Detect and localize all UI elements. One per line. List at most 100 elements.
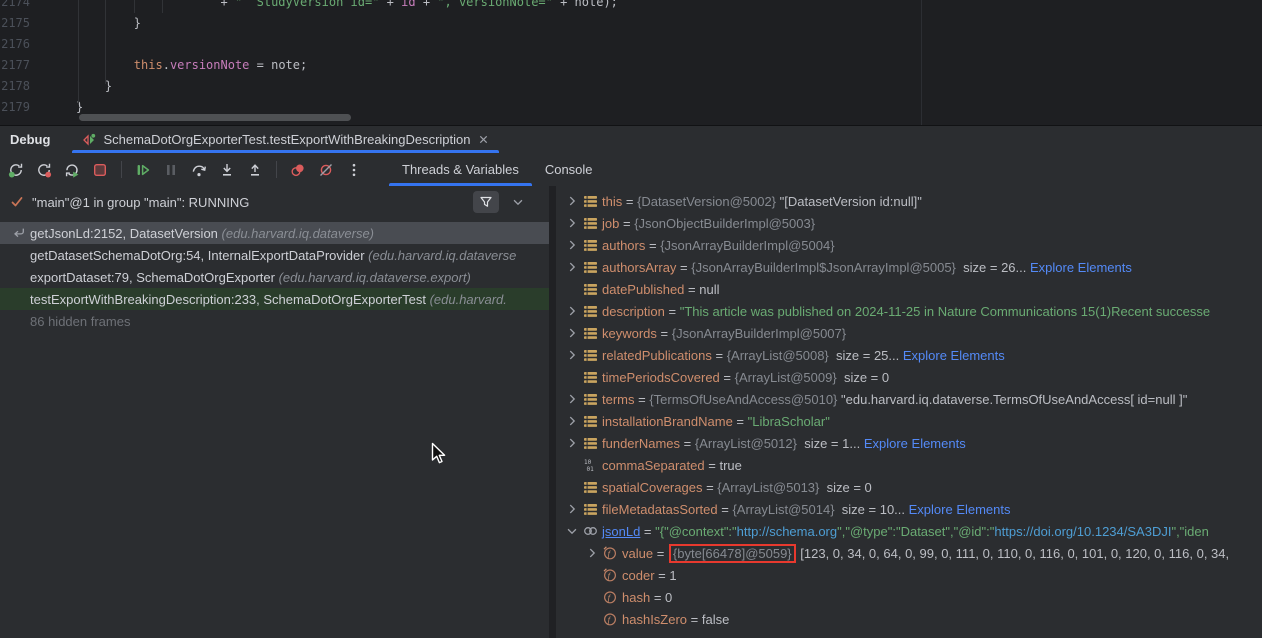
variable-row[interactable]: keywords = {JsonArrayBuilderImpl@5007} xyxy=(556,322,1262,344)
variable-row[interactable]: authors = {JsonArrayBuilderImpl@5004} xyxy=(556,234,1262,256)
value-segment: true xyxy=(719,458,741,473)
variable-row[interactable]: job = {JsonObjectBuilderImpl@5003} xyxy=(556,212,1262,234)
explore-elements-link[interactable]: Explore Elements xyxy=(864,436,966,451)
panel-splitter[interactable] xyxy=(549,186,556,638)
rows-icon xyxy=(582,327,598,340)
explore-elements-link[interactable]: Explore Elements xyxy=(909,502,1011,517)
equals-sign: = xyxy=(635,392,650,407)
explore-elements-link[interactable]: Explore Elements xyxy=(1030,260,1132,275)
rerun-icon[interactable] xyxy=(7,161,25,179)
chevron-right-icon[interactable] xyxy=(564,501,580,517)
chevron-right-icon[interactable] xyxy=(564,435,580,451)
variable-name: authors xyxy=(602,238,645,253)
line-number: 2178 xyxy=(0,76,30,97)
debug-tab-title: SchemaDotOrgExporterTest.testExportWithB… xyxy=(103,132,470,147)
rerun-failed-icon[interactable] xyxy=(35,161,53,179)
tab-threads-variables[interactable]: Threads & Variables xyxy=(389,153,532,186)
chevron-right-icon[interactable] xyxy=(564,303,580,319)
frame-row[interactable]: getDatasetSchemaDotOrg:54, InternalExpor… xyxy=(0,244,549,266)
stop-icon[interactable] xyxy=(91,161,109,179)
tab-label: Threads & Variables xyxy=(402,162,519,177)
restart-icon[interactable] xyxy=(63,161,81,179)
variable-name: relatedPublications xyxy=(602,348,712,363)
step-over-icon[interactable] xyxy=(190,161,208,179)
variable-row[interactable]: 1001commaSeparated = true xyxy=(556,454,1262,476)
frame-row[interactable]: 86 hidden frames xyxy=(0,310,549,332)
thread-status-text: "main"@1 in group "main": RUNNING xyxy=(32,195,249,210)
variable-name: datePublished xyxy=(602,282,684,297)
filter-frames-button[interactable] xyxy=(473,191,499,213)
value-segment: size = 25... xyxy=(836,348,903,363)
variable-row[interactable]: spatialCoverages = {ArrayList@5013} size… xyxy=(556,476,1262,498)
chevron-right-icon[interactable] xyxy=(564,237,580,253)
variable-row[interactable]: this = {DatasetVersion@5002} "[DatasetVe… xyxy=(556,190,1262,212)
value-segment: null xyxy=(699,282,719,297)
variable-row[interactable]: datePublished = null xyxy=(556,278,1262,300)
frame-row[interactable]: getJsonLd:2152, DatasetVersion (edu.harv… xyxy=(0,222,549,244)
pause-icon[interactable] xyxy=(162,161,180,179)
debug-session-tab[interactable]: SchemaDotOrgExporterTest.testExportWithB… xyxy=(72,126,498,153)
more-icon[interactable] xyxy=(345,161,363,179)
variable-row[interactable]: jsonLd = "{"@context":"http://schema.org… xyxy=(556,520,1262,542)
chevron-slot xyxy=(564,479,580,495)
code-token: + xyxy=(76,0,235,9)
variable-row[interactable]: description = "This article was publishe… xyxy=(556,300,1262,322)
variable-row[interactable]: relatedPublications = {ArrayList@5008} s… xyxy=(556,344,1262,366)
chevron-right-icon[interactable] xyxy=(564,259,580,275)
thread-header[interactable]: "main"@1 in group "main": RUNNING xyxy=(0,186,549,218)
tab-console[interactable]: Console xyxy=(532,153,606,186)
variable-row[interactable]: fhash = 0 xyxy=(556,586,1262,608)
value-segment: size = 0 xyxy=(844,370,889,385)
variable-row[interactable]: installationBrandName = "LibraScholar" xyxy=(556,410,1262,432)
chevron-right-icon[interactable] xyxy=(564,193,580,209)
svg-text:01: 01 xyxy=(587,466,595,472)
equals-sign: = xyxy=(650,590,665,605)
variable-name: description xyxy=(602,304,665,319)
value-segment: ","iden xyxy=(1171,524,1208,539)
code-editor[interactable]: 2174 + " StudyVersion id=" + id + ", ver… xyxy=(0,0,1262,126)
code-text: this.versionNote = note; xyxy=(30,55,307,76)
frame-row[interactable]: exportDataset:79, SchemaDotOrgExporter (… xyxy=(0,266,549,288)
variable-row[interactable]: fileMetadatasSorted = {ArrayList@5014} s… xyxy=(556,498,1262,520)
mute-breakpoints-icon[interactable] xyxy=(317,161,335,179)
variable-row[interactable]: fvalue = {byte[66478]@5059} [123, 0, 34,… xyxy=(556,542,1262,564)
variable-row[interactable]: fcoder = 1 xyxy=(556,564,1262,586)
variable-row[interactable]: fhashIsZero = false xyxy=(556,608,1262,630)
frame-row[interactable]: testExportWithBreakingDescription:233, S… xyxy=(0,288,549,310)
rows-icon xyxy=(582,305,598,318)
equals-sign: = xyxy=(622,194,637,209)
close-icon[interactable] xyxy=(478,134,489,145)
frame-package-text: (edu.harvard. xyxy=(430,292,507,307)
value-segment: false xyxy=(702,612,729,627)
value-segment: {ArrayList@5012} xyxy=(695,436,804,451)
value-segment: {JsonArrayBuilderImpl@5007} xyxy=(672,326,846,341)
chevron-down-icon[interactable] xyxy=(564,523,580,539)
chevron-right-icon[interactable] xyxy=(564,413,580,429)
equals-sign: = xyxy=(687,612,702,627)
value-segment: 1 xyxy=(669,568,676,583)
view-breakpoints-icon[interactable] xyxy=(289,161,307,179)
rows-icon xyxy=(582,239,598,252)
chevron-right-icon[interactable] xyxy=(584,545,600,561)
variable-row[interactable]: authorsArray = {JsonArrayBuilderImpl$Jso… xyxy=(556,256,1262,278)
step-into-icon[interactable] xyxy=(218,161,236,179)
watch-icon xyxy=(582,524,598,538)
variable-row[interactable]: terms = {TermsOfUseAndAccess@5010} "edu.… xyxy=(556,388,1262,410)
chevron-right-icon[interactable] xyxy=(564,347,580,363)
rows-icon xyxy=(582,283,598,296)
resume-icon[interactable] xyxy=(134,161,152,179)
chevron-right-icon[interactable] xyxy=(564,325,580,341)
code-token: ", versionNote=" xyxy=(437,0,553,9)
chevron-right-icon[interactable] xyxy=(564,215,580,231)
step-out-icon[interactable] xyxy=(246,161,264,179)
variable-name: authorsArray xyxy=(602,260,676,275)
frame-package-text: (edu.harvard.iq.dataverse.export) xyxy=(279,270,471,285)
value-segment: {JsonArrayBuilderImpl@5004} xyxy=(660,238,834,253)
explore-elements-link[interactable]: Explore Elements xyxy=(903,348,1005,363)
horizontal-scrollbar[interactable] xyxy=(79,114,351,121)
variable-row[interactable]: funderNames = {ArrayList@5012} size = 1.… xyxy=(556,432,1262,454)
code-token: . xyxy=(163,58,170,72)
chevron-right-icon[interactable] xyxy=(564,391,580,407)
chevron-down-icon[interactable] xyxy=(511,195,525,209)
variable-row[interactable]: timePeriodsCovered = {ArrayList@5009} si… xyxy=(556,366,1262,388)
